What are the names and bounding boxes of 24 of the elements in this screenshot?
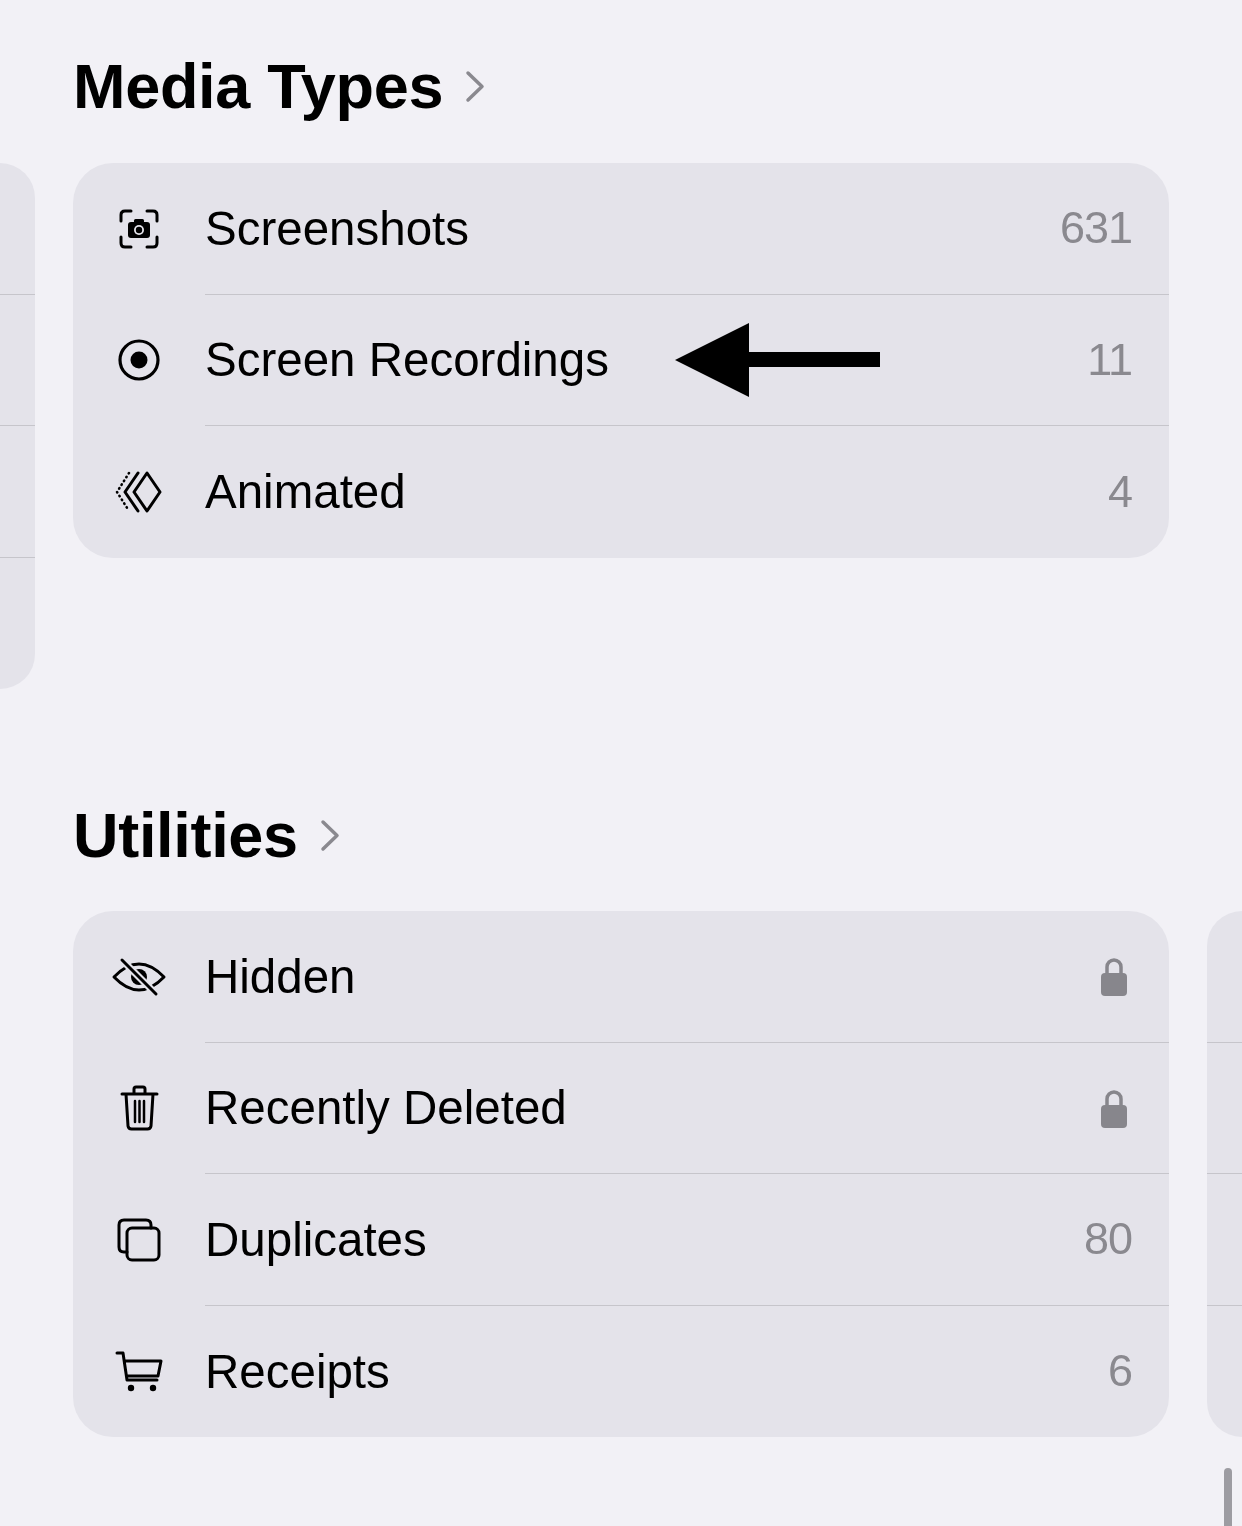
scrollbar-thumb[interactable] [1224,1468,1232,1526]
diamond-chevrons-icon [115,469,163,514]
eye-slash-icon [111,956,167,997]
item-count: 6 [1107,1344,1132,1399]
screenshot-icon [119,208,159,249]
item-count: 11 [1087,332,1132,387]
duplicate-squares-icon [117,1217,161,1262]
item-count: 4 [1107,464,1132,519]
item-count: 80 [1083,1212,1132,1267]
album-label[interactable]: Recently Deleted [205,1079,567,1137]
section-title-link[interactable]: Media Types [73,49,486,123]
album-label[interactable]: Receipts [205,1342,390,1400]
cart-icon [115,1350,163,1393]
album-label[interactable]: Duplicates [205,1210,427,1268]
record-icon [118,339,160,382]
chevron-right-icon [465,69,486,103]
album-label[interactable]: Screen Recordings [205,331,609,389]
section-title-link[interactable]: Utilities [73,798,340,872]
item-count: 631 [1059,201,1132,256]
album-label[interactable]: Hidden [205,947,356,1005]
trash-icon [119,1085,159,1132]
album-label[interactable]: Animated [205,463,406,521]
album-label[interactable]: Screenshots [205,199,470,257]
chevron-right-icon [319,818,340,852]
